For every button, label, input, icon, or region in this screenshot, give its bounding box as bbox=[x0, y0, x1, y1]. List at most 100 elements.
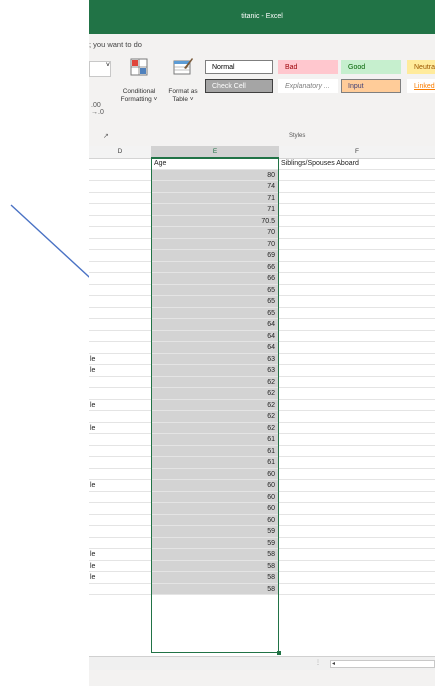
cell-d[interactable] bbox=[89, 285, 152, 296]
number-format-dropdown[interactable]: ˅ bbox=[89, 61, 111, 77]
cell-style-bad[interactable]: Bad bbox=[278, 60, 338, 74]
cell-f[interactable] bbox=[279, 446, 435, 457]
cell-f[interactable] bbox=[279, 423, 435, 434]
cell-style-normal[interactable]: Normal bbox=[205, 60, 273, 74]
cell-d[interactable] bbox=[89, 377, 152, 388]
tell-me-bar[interactable]: ; you want to do bbox=[89, 34, 435, 54]
cell-f[interactable] bbox=[279, 331, 435, 342]
group-launcher-icon[interactable]: ↗ bbox=[103, 132, 109, 140]
decrease-decimal-button[interactable]: .00 →.0 bbox=[91, 102, 104, 116]
cell-f[interactable] bbox=[279, 365, 435, 376]
cell-age[interactable]: 63 bbox=[151, 365, 279, 376]
cell-age[interactable]: 59 bbox=[151, 526, 279, 537]
cell-age[interactable]: 64 bbox=[151, 330, 279, 341]
cell-age[interactable]: 71 bbox=[151, 204, 279, 215]
cell-f[interactable] bbox=[279, 170, 435, 181]
cell-age[interactable]: 66 bbox=[151, 261, 279, 272]
cell-d[interactable] bbox=[89, 469, 152, 480]
cell-d[interactable] bbox=[89, 434, 152, 445]
cell-age[interactable]: 64 bbox=[151, 342, 279, 353]
cell-f[interactable] bbox=[279, 377, 435, 388]
cell-d[interactable] bbox=[89, 170, 152, 181]
cell-f[interactable] bbox=[279, 319, 435, 330]
cell-d[interactable] bbox=[89, 239, 152, 250]
cell-d[interactable] bbox=[89, 411, 152, 422]
cell-f[interactable] bbox=[279, 296, 435, 307]
cell-age[interactable]: 59 bbox=[151, 537, 279, 548]
cell-f[interactable] bbox=[279, 572, 435, 583]
cell-d[interactable]: le bbox=[89, 354, 152, 365]
cell-f[interactable] bbox=[279, 354, 435, 365]
cell-f[interactable] bbox=[279, 204, 435, 215]
cell-d[interactable] bbox=[89, 227, 152, 238]
cell-d[interactable] bbox=[89, 342, 152, 353]
cell-f-header[interactable]: Siblings/Spouses Aboard bbox=[279, 158, 435, 169]
cell-age[interactable]: 71 bbox=[151, 192, 279, 203]
cell-style-check-cell[interactable]: Check Cell bbox=[205, 79, 273, 93]
cell-f[interactable] bbox=[279, 492, 435, 503]
cell-age[interactable]: 65 bbox=[151, 284, 279, 295]
cell-d[interactable]: le bbox=[89, 572, 152, 583]
cell-d[interactable]: le bbox=[89, 561, 152, 572]
cell-age[interactable]: 62 bbox=[151, 399, 279, 410]
cell-d[interactable] bbox=[89, 331, 152, 342]
cell-style-input[interactable]: Input bbox=[341, 79, 401, 93]
cell-d[interactable]: le bbox=[89, 400, 152, 411]
cell-f[interactable] bbox=[279, 434, 435, 445]
cell-d[interactable] bbox=[89, 250, 152, 261]
cell-age[interactable]: 58 bbox=[151, 572, 279, 583]
cell-age[interactable]: 62 bbox=[151, 376, 279, 387]
cell-d[interactable] bbox=[89, 503, 152, 514]
cell-age[interactable]: 60 bbox=[151, 480, 279, 491]
cell-age[interactable]: 62 bbox=[151, 388, 279, 399]
cell-age[interactable]: 70.5 bbox=[151, 215, 279, 226]
cell-age[interactable]: 61 bbox=[151, 434, 279, 445]
cell-d[interactable] bbox=[89, 262, 152, 273]
cell-d[interactable] bbox=[89, 446, 152, 457]
cell-style-good[interactable]: Good bbox=[341, 60, 401, 74]
format-as-table-button[interactable]: Format as Table ˅ bbox=[165, 56, 201, 104]
cell-d[interactable]: le bbox=[89, 423, 152, 434]
cell-f[interactable] bbox=[279, 515, 435, 526]
cell-d[interactable] bbox=[89, 457, 152, 468]
cell-style-neutral[interactable]: Neutral bbox=[407, 60, 435, 74]
cell-f[interactable] bbox=[279, 549, 435, 560]
cell-f[interactable] bbox=[279, 469, 435, 480]
cell-style-explanatory[interactable]: Explanatory ... bbox=[278, 79, 338, 93]
cell-age[interactable]: 80 bbox=[151, 169, 279, 180]
cell-f[interactable] bbox=[279, 193, 435, 204]
cell-f[interactable] bbox=[279, 526, 435, 537]
cell-d[interactable]: le bbox=[89, 549, 152, 560]
cell-d[interactable] bbox=[89, 193, 152, 204]
cell-age[interactable]: 60 bbox=[151, 491, 279, 502]
cell-d[interactable]: le bbox=[89, 480, 152, 491]
cell-f[interactable] bbox=[279, 216, 435, 227]
cell-age[interactable]: 74 bbox=[151, 181, 279, 192]
cell-f[interactable] bbox=[279, 561, 435, 572]
cell-age[interactable]: 58 bbox=[151, 583, 279, 594]
cell-d[interactable] bbox=[89, 319, 152, 330]
cell-d[interactable] bbox=[89, 492, 152, 503]
cell-age[interactable]: 70 bbox=[151, 238, 279, 249]
cell-d[interactable]: le bbox=[89, 365, 152, 376]
cell-style-linked-cell[interactable]: Linked Cell bbox=[407, 79, 435, 93]
cell-f[interactable] bbox=[279, 503, 435, 514]
cell-e-header[interactable]: Age bbox=[151, 158, 279, 169]
cell-d-header[interactable] bbox=[89, 158, 152, 169]
cell-d[interactable] bbox=[89, 526, 152, 537]
cell-d[interactable] bbox=[89, 273, 152, 284]
cell-f[interactable] bbox=[279, 457, 435, 468]
cell-age[interactable]: 61 bbox=[151, 457, 279, 468]
cell-d[interactable] bbox=[89, 204, 152, 215]
cell-age[interactable]: 65 bbox=[151, 307, 279, 318]
cell-f[interactable] bbox=[279, 411, 435, 422]
cell-age[interactable]: 58 bbox=[151, 560, 279, 571]
cell-f[interactable] bbox=[279, 480, 435, 491]
cell-f[interactable] bbox=[279, 227, 435, 238]
tab-split-handle[interactable]: ⋮ bbox=[315, 659, 321, 666]
cell-age[interactable]: 61 bbox=[151, 445, 279, 456]
cell-age[interactable]: 65 bbox=[151, 296, 279, 307]
conditional-formatting-button[interactable]: Conditional Formatting ˅ bbox=[115, 56, 163, 104]
cell-age[interactable]: 63 bbox=[151, 353, 279, 364]
cell-f[interactable] bbox=[279, 273, 435, 284]
